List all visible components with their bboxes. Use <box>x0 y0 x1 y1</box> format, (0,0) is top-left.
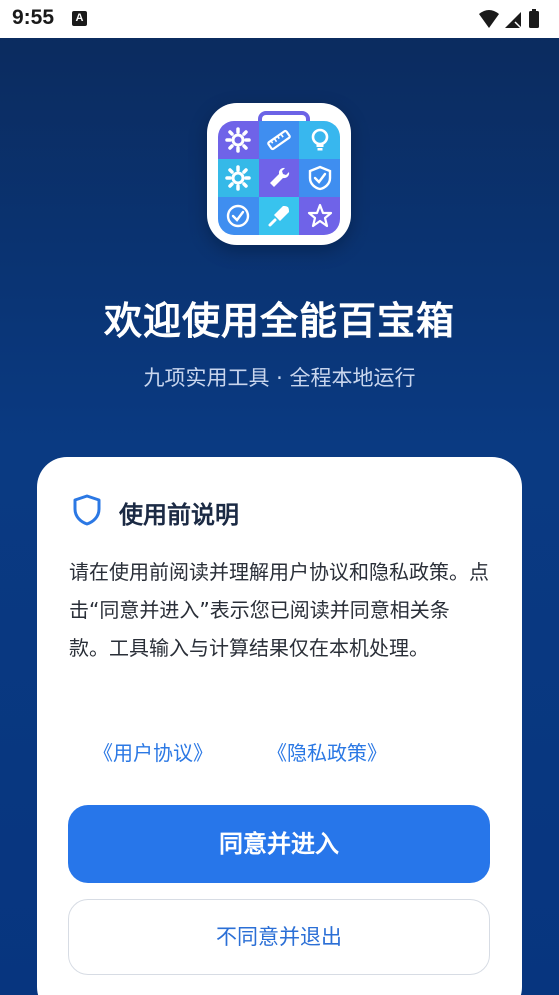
privacy-policy-link[interactable]: 《隐私政策》 <box>267 737 387 766</box>
agreement-links: 《用户协议》 《隐私政策》 <box>93 737 473 767</box>
gear-icon <box>225 127 252 153</box>
user-agreement-link[interactable]: 《用户协议》 <box>93 737 213 766</box>
wrench-icon <box>269 167 290 187</box>
welcome-title: 欢迎使用全能百宝箱 <box>103 299 455 343</box>
battery-icon <box>529 11 539 28</box>
star-icon <box>307 203 332 228</box>
tool-grid <box>218 121 340 235</box>
welcome-subtitle: 九项实用工具 · 全程本地运行 <box>143 366 416 390</box>
agree-button[interactable]: 同意并进入 <box>68 805 490 883</box>
system-icons <box>479 9 539 29</box>
disagree-button[interactable]: 不同意并退出 <box>68 899 490 975</box>
notification-icon: A <box>72 11 87 26</box>
tool-tile <box>258 121 300 159</box>
lightbulb-icon <box>311 128 328 151</box>
tool-tile <box>258 159 300 197</box>
ruler-icon <box>267 129 291 151</box>
notice-text: 请在使用前阅读并理解用户协议和隐私政策。点击“同意并进入”表示您已阅读并同意相关… <box>69 560 489 660</box>
tool-tile <box>218 159 259 197</box>
tool-tile <box>218 197 259 235</box>
tool-tile <box>258 197 300 235</box>
tool-tile <box>299 121 340 159</box>
tool-tile <box>299 159 340 197</box>
status-time: 9:55 <box>12 6 55 29</box>
status-bar: 9:55 A <box>0 0 559 38</box>
notice-card: 使用前说明 请在使用前阅读并理解用户协议和隐私政策。点击“同意并进入”表示您已阅… <box>37 457 522 995</box>
shield-icon <box>73 494 101 526</box>
tool-tile <box>218 121 259 159</box>
shield-check-icon <box>308 165 331 191</box>
check-circle-icon <box>227 204 250 228</box>
settings-icon <box>225 165 252 191</box>
app-logo <box>207 103 351 245</box>
rocket-icon <box>268 206 289 227</box>
card-title: 使用前说明 <box>119 501 239 529</box>
tool-tile <box>299 197 340 235</box>
wifi-icon <box>479 10 499 28</box>
